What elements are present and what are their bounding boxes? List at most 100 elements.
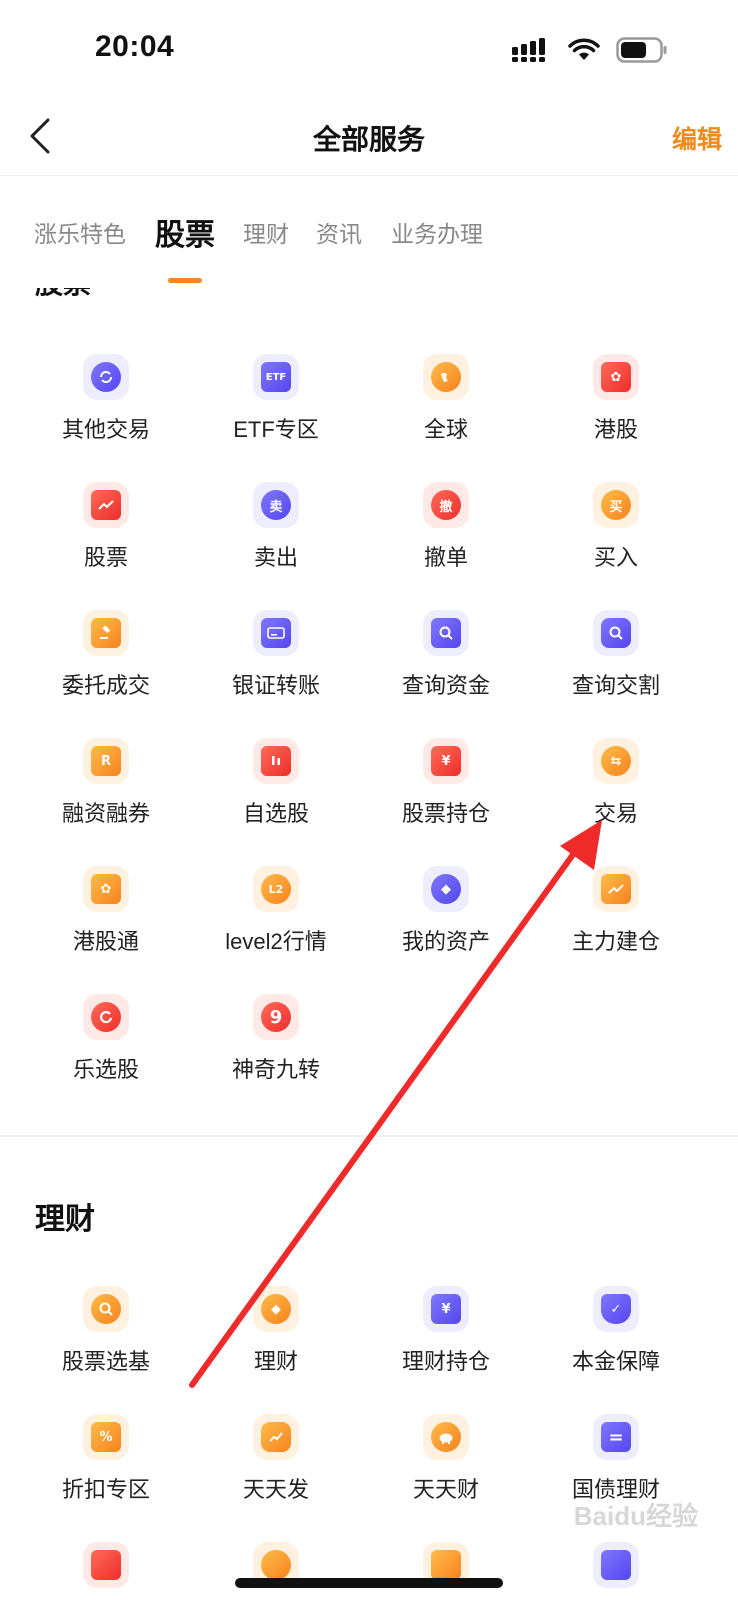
service-my-assets[interactable]: ◆ 我的资产 (371, 866, 521, 966)
daily-gain-icon (253, 1414, 299, 1460)
service-label: 我的资产 (401, 929, 490, 954)
edit-button[interactable]: 编辑 (672, 120, 722, 156)
hk-flower-icon: ✿ (593, 354, 639, 400)
service-daily-wealth[interactable]: 天天财 (371, 1414, 521, 1514)
section-divider (0, 1135, 738, 1137)
le-select-icon (83, 994, 129, 1040)
service-stock-holdings[interactable]: ¥ 股票持仓 (371, 738, 521, 838)
service-label: 港股通 (72, 929, 139, 954)
service-label: 本金保障 (571, 1349, 660, 1374)
service-level2-quotes[interactable]: L2 level2行情 (201, 866, 351, 966)
service-buy[interactable]: 买 买入 (541, 482, 691, 582)
buy-icon: 买 (593, 482, 639, 528)
section-title-wealth: 理财 (35, 1203, 95, 1236)
service-principal-guarantee[interactable]: ✓ 本金保障 (541, 1286, 691, 1386)
search-delivery-icon (593, 610, 639, 656)
service-label: 折扣专区 (61, 1477, 150, 1502)
tab-news[interactable]: 资讯 (316, 215, 362, 249)
tab-stocks[interactable]: 股票 (155, 210, 215, 254)
service-label: 自选股 (242, 801, 309, 826)
globe-icon (423, 354, 469, 400)
service-label: 股票 (83, 545, 128, 570)
service-etf-zone[interactable]: ETF ETF专区 (201, 354, 351, 454)
service-label: 卖出 (253, 545, 298, 570)
hk-connect-icon: ✿ (83, 866, 129, 912)
service-label: level2行情 (225, 929, 327, 954)
service-wealth-holdings[interactable]: ¥ 理财持仓 (371, 1286, 521, 1386)
service-label: 股票选基 (61, 1349, 150, 1374)
service-discount-zone[interactable]: % 折扣专区 (31, 1414, 181, 1514)
service-label: 港股 (593, 417, 638, 442)
baidu-watermark: Baidu经验 (573, 1501, 698, 1531)
service-content[interactable]: 股票 其他交易 ETF ETF专区 全球 ✿ 港股 (0, 288, 738, 1600)
service-label: 买入 (593, 545, 638, 570)
service-partial-item[interactable] (201, 1542, 351, 1600)
discount-icon: % (83, 1414, 129, 1460)
status-time: 20:04 (95, 30, 175, 63)
cancel-order-icon: 撤 (423, 482, 469, 528)
tab-bar: 涨乐特色 股票 理财 资讯 业务办理 (0, 176, 738, 288)
tab-zhangle-features[interactable]: 涨乐特色 (34, 215, 126, 249)
bookmark-candles-icon (253, 738, 299, 784)
service-partial-item[interactable] (31, 1542, 181, 1600)
service-daily-gain[interactable]: 天天发 (201, 1414, 351, 1514)
wealth-coin-icon: ◆ (253, 1286, 299, 1332)
service-watchlist[interactable]: 自选股 (201, 738, 351, 838)
home-indicator[interactable] (235, 1578, 503, 1588)
wifi-icon (568, 38, 600, 60)
trend-up-icon (593, 866, 639, 912)
tab-business[interactable]: 业务办理 (391, 215, 483, 249)
service-hk-connect[interactable]: ✿ 港股通 (31, 866, 181, 966)
swap-icon (83, 354, 129, 400)
service-label: 查询交割 (571, 673, 660, 698)
service-stocks[interactable]: 股票 (31, 482, 181, 582)
service-label: 查询资金 (401, 673, 490, 698)
service-nine-turns[interactable]: 9 神奇九转 (201, 994, 351, 1094)
service-label: 撤单 (423, 545, 468, 570)
service-margin-trading[interactable]: R 融资融券 (31, 738, 181, 838)
service-partial-item[interactable] (541, 1542, 691, 1600)
service-cancel-order[interactable]: 撤 撤单 (371, 482, 521, 582)
service-label: 融资融券 (61, 801, 150, 826)
service-hk-stocks[interactable]: ✿ 港股 (541, 354, 691, 454)
status-icons (512, 36, 668, 64)
nav-header: 全部服务 编辑 (0, 100, 738, 176)
service-query-funds[interactable]: 查询资金 (371, 610, 521, 710)
piggy-bank-icon (423, 1414, 469, 1460)
service-label: 股票持仓 (401, 801, 490, 826)
stock-chart-icon (83, 482, 129, 528)
sell-icon: 卖 (253, 482, 299, 528)
tab-wealth[interactable]: 理财 (243, 215, 289, 249)
gavel-icon (83, 610, 129, 656)
service-label: 委托成交 (61, 673, 150, 698)
service-orders-filled[interactable]: 委托成交 (31, 610, 181, 710)
service-label: 神奇九转 (231, 1057, 320, 1082)
service-label: ETF专区 (233, 417, 319, 442)
service-label: 天天财 (412, 1477, 479, 1502)
service-query-delivery[interactable]: 查询交割 (541, 610, 691, 710)
service-global[interactable]: 全球 (371, 354, 521, 454)
service-label: 理财持仓 (401, 1349, 490, 1374)
fund-search-icon (83, 1286, 129, 1332)
margin-ticket-icon: R (83, 738, 129, 784)
service-trade[interactable]: ⇆ 交易 (541, 738, 691, 838)
service-other-trade[interactable]: 其他交易 (31, 354, 181, 454)
service-wealth[interactable]: ◆ 理财 (201, 1286, 351, 1386)
shield-check-icon: ✓ (593, 1286, 639, 1332)
service-label: 交易 (593, 801, 638, 826)
partial-bars-icon (593, 1542, 639, 1588)
service-partial-item[interactable] (371, 1542, 521, 1600)
service-le-select[interactable]: 乐选股 (31, 994, 181, 1094)
service-main-force-build[interactable]: 主力建仓 (541, 866, 691, 966)
service-label: 理财 (253, 1349, 298, 1374)
bond-icon: = (593, 1414, 639, 1460)
service-label: 全球 (423, 417, 468, 442)
wealth-holdings-icon: ¥ (423, 1286, 469, 1332)
service-bank-transfer[interactable]: 银证转账 (201, 610, 351, 710)
page-title: 全部服务 (312, 124, 425, 155)
exchange-icon: ⇆ (593, 738, 639, 784)
money-bag-icon: ◆ (423, 866, 469, 912)
service-sell[interactable]: 卖 卖出 (201, 482, 351, 582)
service-fund-picker[interactable]: 股票选基 (31, 1286, 181, 1386)
etf-icon: ETF (253, 354, 299, 400)
